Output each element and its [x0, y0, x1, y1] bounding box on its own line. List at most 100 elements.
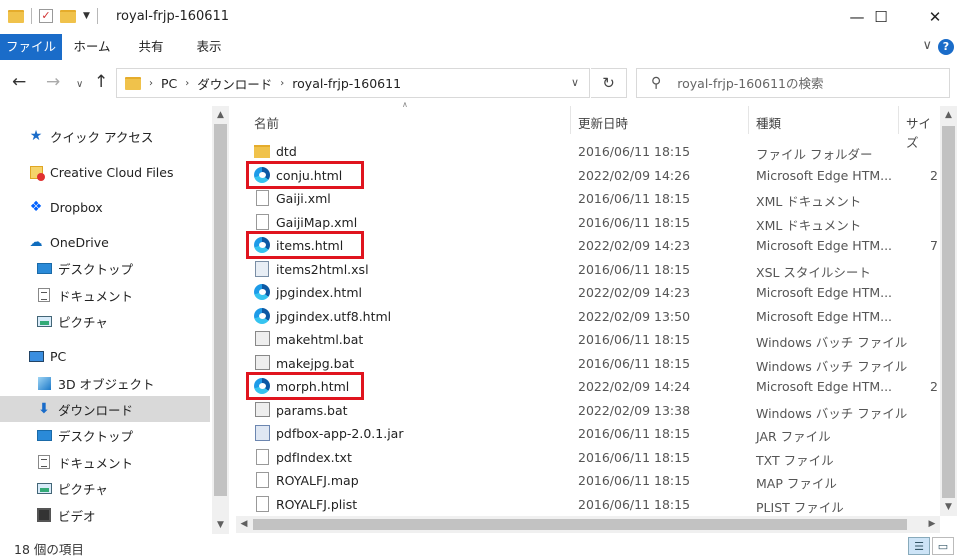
video-icon [37, 508, 51, 522]
file-row[interactable]: conju.html 2022/02/09 14:26 Microsoft Edge… [236, 160, 940, 189]
file-row[interactable]: ROYALFJ.map 2016/06/11 18:15 MAP ファイル [236, 469, 940, 492]
document-icon [256, 495, 269, 512]
file-date: 2022/02/09 14:23 [578, 238, 691, 253]
up-button[interactable]: ↑ [94, 72, 108, 92]
sidebar-item-videos[interactable]: ビデオ [0, 502, 210, 528]
file-row[interactable]: pdfIndex.txt 2016/06/11 18:15 TXT ファイル [236, 446, 940, 469]
scroll-down-icon[interactable]: ▼ [940, 502, 957, 512]
file-type: XML ドキュメント [756, 217, 862, 233]
file-row[interactable]: morph.html 2022/02/09 14:24 Microsoft Edge… [236, 372, 940, 400]
file-date: 2016/06/11 18:15 [578, 496, 691, 512]
file-row[interactable]: jpgindex.utf8.html 2022/02/09 13:50 Micros… [236, 305, 940, 328]
navigation-pane-scrollbar[interactable]: ▲ ▼ [212, 106, 229, 534]
properties-icon[interactable]: ✓ [39, 9, 53, 23]
search-input[interactable] [677, 75, 928, 91]
forward-button[interactable]: → [46, 72, 60, 92]
file-name: items2html.xsl [276, 261, 369, 277]
file-type: Microsoft Edge HTM... [756, 238, 893, 253]
scroll-up-icon[interactable]: ▲ [940, 110, 957, 120]
details-view-icon[interactable]: ☰ [908, 537, 930, 555]
tab-home[interactable]: ホーム [66, 34, 118, 60]
sidebar-item-onedrive-pictures[interactable]: ピクチャ [0, 308, 210, 334]
sidebar-item-label: ピクチャ [58, 314, 108, 330]
scroll-left-icon[interactable]: ◀ [238, 519, 250, 529]
file-type: TXT ファイル [756, 452, 834, 468]
column-divider[interactable] [898, 106, 899, 134]
help-icon[interactable]: ? [938, 39, 954, 55]
maximize-button[interactable]: ☐ [858, 0, 904, 34]
tab-share[interactable]: 共有 [126, 34, 176, 60]
file-row[interactable]: params.bat 2022/02/09 13:38 Windows バッチ ファ… [236, 399, 940, 422]
chevron-right-icon[interactable]: › [185, 78, 189, 89]
file-row[interactable]: Gaiji.xml 2016/06/11 18:15 XML ドキュメント [236, 187, 940, 210]
breadcrumb-downloads[interactable]: ダウンロード [197, 74, 272, 93]
scroll-right-icon[interactable]: ▶ [926, 519, 938, 529]
refresh-button[interactable]: ↻ [591, 68, 627, 98]
edge-icon [254, 307, 270, 324]
file-type: Microsoft Edge HTM... [756, 308, 893, 324]
sidebar-item-creative-cloud[interactable]: Creative Cloud Files [0, 159, 210, 185]
column-divider[interactable] [570, 106, 571, 134]
file-date: 2016/06/11 18:15 [578, 449, 691, 465]
sidebar-item-documents[interactable]: ドキュメント [0, 449, 210, 475]
close-button[interactable]: ✕ [912, 0, 958, 34]
file-list-horizontal-scrollbar[interactable]: ◀ ▶ [236, 516, 940, 533]
large-icons-view-icon[interactable]: ▭ [932, 537, 954, 555]
sidebar-item-dropbox[interactable]: ❖ Dropbox [0, 194, 210, 220]
column-divider[interactable] [748, 106, 749, 134]
sidebar-item-pictures[interactable]: ピクチャ [0, 475, 210, 501]
scroll-up-icon[interactable]: ▲ [212, 110, 229, 120]
sidebar-item-desktop[interactable]: デスクトップ [0, 422, 210, 448]
scrollbar-thumb[interactable] [214, 124, 227, 496]
column-header-name[interactable]: 名前 [254, 113, 279, 132]
file-row[interactable]: jpgindex.html 2022/02/09 14:23 Microsoft E… [236, 281, 940, 304]
scrollbar-thumb[interactable] [253, 519, 907, 530]
breadcrumb-pc[interactable]: PC [161, 76, 177, 91]
search-box[interactable]: ⚲ [636, 68, 950, 98]
divider [31, 8, 32, 24]
file-row[interactable]: pdfbox-app-2.0.1.jar 2016/06/11 18:15 JAR … [236, 422, 940, 445]
download-icon: ⬇ [38, 401, 50, 417]
batch-icon [255, 354, 270, 370]
sidebar-item-onedrive[interactable]: ☁ OneDrive [0, 229, 210, 255]
new-folder-icon[interactable] [60, 9, 76, 23]
window-title: royal-frjp-160611 [116, 9, 230, 24]
address-bar[interactable]: › PC › ダウンロード › royal-frjp-160611 ∨ [116, 68, 590, 98]
back-button[interactable]: ← [12, 72, 26, 92]
file-name: ROYALFJ.map [276, 473, 359, 488]
file-row[interactable]: ROYALFJ.plist 2016/06/11 18:15 PLIST ファイル [236, 493, 940, 516]
file-name: dtd [276, 144, 297, 159]
breadcrumb-current[interactable]: royal-frjp-160611 [292, 76, 401, 91]
file-date: 2022/02/09 13:38 [578, 402, 691, 418]
file-date: 2016/06/11 18:15 [578, 426, 691, 441]
file-row[interactable]: items.html 2022/02/09 14:23 Microsoft Edge… [236, 231, 940, 259]
chevron-down-icon[interactable]: ∨ [571, 76, 579, 89]
file-name: GaijiMap.xml [276, 214, 358, 230]
file-row[interactable]: items2html.xsl 2016/06/11 18:15 XSL スタイルシー… [236, 258, 940, 281]
sidebar-item-label: デスクトップ [58, 261, 134, 277]
tab-file[interactable]: ファイル [0, 34, 62, 60]
file-row[interactable]: makehtml.bat 2016/06/11 18:15 Windows バッチ … [236, 328, 940, 351]
sidebar-item-3d-objects[interactable]: 3D オブジェクト [0, 370, 210, 396]
customize-toolbar-icon[interactable]: ▼ [83, 11, 90, 21]
recent-locations-icon[interactable]: ∨ [76, 79, 83, 90]
pictures-icon [36, 315, 52, 327]
column-header-date[interactable]: 更新日時 [578, 113, 628, 132]
file-list-vertical-scrollbar[interactable]: ▲ ▼ [940, 106, 957, 516]
sidebar-item-onedrive-desktop[interactable]: デスクトップ [0, 255, 210, 281]
file-size: 7 [930, 238, 938, 253]
scrollbar-thumb[interactable] [942, 126, 955, 498]
3d-objects-icon [37, 376, 51, 390]
ribbon-expand-icon[interactable]: ∨ [922, 38, 932, 53]
file-name: jpgindex.html [276, 285, 362, 300]
sidebar-item-downloads[interactable]: ⬇ ダウンロード [0, 396, 210, 422]
file-date: 2016/06/11 18:15 [578, 355, 691, 371]
tab-view[interactable]: 表示 [184, 34, 234, 60]
column-header-type[interactable]: 種類 [756, 113, 781, 132]
file-type: XML ドキュメント [756, 194, 862, 209]
sidebar-item-onedrive-documents[interactable]: ドキュメント [0, 282, 210, 308]
chevron-right-icon[interactable]: › [280, 78, 284, 89]
sidebar-item-pc[interactable]: PC [0, 343, 210, 369]
scroll-down-icon[interactable]: ▼ [212, 520, 229, 530]
sidebar-item-quick-access[interactable]: ★ クイック アクセス [0, 123, 210, 149]
